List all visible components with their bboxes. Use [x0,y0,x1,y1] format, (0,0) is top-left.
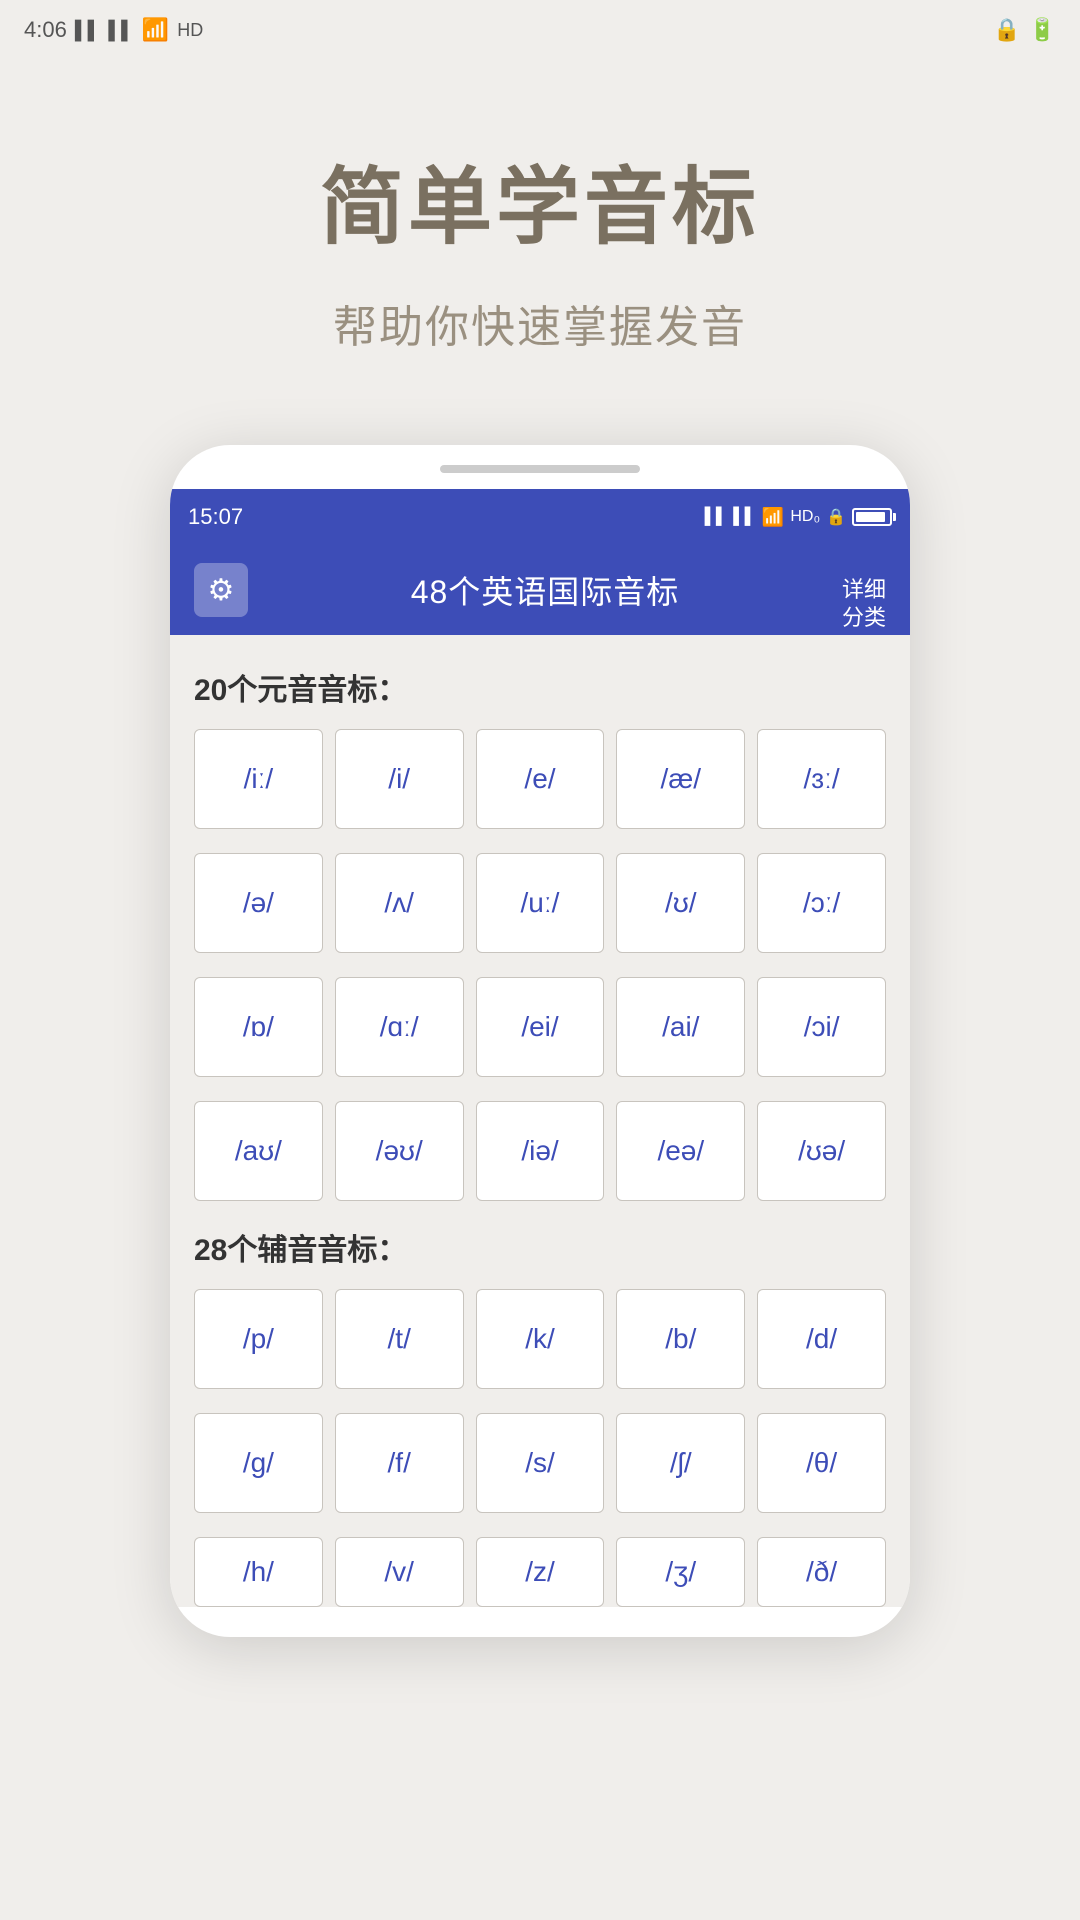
phoneme-v[interactable]: /v/ [335,1537,464,1607]
phoneme-ae[interactable]: /æ/ [616,729,745,829]
vowel-grid-row1: /iː/ /i/ /e/ /æ/ /ɜː/ [194,729,886,829]
phoneme-ar[interactable]: /ɑː/ [335,977,464,1077]
phoneme-er[interactable]: /ɜː/ [757,729,886,829]
phoneme-h[interactable]: /h/ [194,1537,323,1607]
detail-classify-label: 详细 分类 [842,577,886,631]
phoneme-wedge[interactable]: /ʌ/ [335,853,464,953]
phone-mockup: 15:07 ▌▌ ▌▌ 📶 HD₀ 🔒 ⚙ 48个英语国际音标 详细 分类 20… [170,445,910,1637]
phoneme-ei[interactable]: /ei/ [476,977,605,1077]
phone-status-bar: 15:07 ▌▌ ▌▌ 📶 HD₀ 🔒 [170,489,910,545]
status-left: 4:06 ▌▌ ▌▌ 📶 HD [24,17,203,43]
phone-wifi: 📶 [762,507,784,528]
status-time: 4:06 [24,17,67,43]
app-title: 简单学音标 [320,140,760,261]
phoneme-oi[interactable]: /ɔi/ [757,977,886,1077]
wifi-icon: 📶 [142,17,169,43]
phoneme-g[interactable]: /g/ [194,1413,323,1513]
phone-battery-icon [852,508,892,526]
vowel-grid-row2: /ə/ /ʌ/ /uː/ /ʊ/ /ɔː/ [194,853,886,953]
vowel-grid-row4: /aʊ/ /əʊ/ /iə/ /eə/ /ʊə/ [194,1101,886,1201]
phone-hd: HD₀ [790,508,820,526]
phoneme-ii[interactable]: /iː/ [194,729,323,829]
phoneme-o[interactable]: /ɒ/ [194,977,323,1077]
vowels-section-title: 20个元音音标： [194,665,886,709]
app-content: 20个元音音标： /iː/ /i/ /e/ /æ/ /ɜː/ /ə/ /ʌ/ /… [170,635,910,1607]
hd-label: HD [177,20,203,41]
app-header: ⚙ 48个英语国际音标 详细 分类 [170,545,910,635]
phoneme-ue[interactable]: /ʊə/ [757,1101,886,1201]
app-header-title: 48个英语国际音标 [411,567,680,613]
consonant-grid-row3: /h/ /v/ /z/ /ʒ/ /ð/ [194,1537,886,1607]
phoneme-theta[interactable]: /θ/ [757,1413,886,1513]
phoneme-i[interactable]: /i/ [335,729,464,829]
phoneme-ai[interactable]: /ai/ [616,977,745,1077]
status-right: 🔒 🔋 [993,17,1056,43]
phoneme-z[interactable]: /z/ [476,1537,605,1607]
phoneme-schwa-u[interactable]: /əʊ/ [335,1101,464,1201]
phoneme-e[interactable]: /e/ [476,729,605,829]
phoneme-t[interactable]: /t/ [335,1289,464,1389]
gear-icon: ⚙ [208,573,235,608]
phoneme-au[interactable]: /aʊ/ [194,1101,323,1201]
phoneme-uu[interactable]: /uː/ [476,853,605,953]
consonant-grid-row1: /p/ /t/ /k/ /b/ /d/ [194,1289,886,1389]
phone-signal2: ▌▌ [733,508,756,526]
phoneme-schwa[interactable]: /ə/ [194,853,323,953]
phoneme-d[interactable]: /d/ [757,1289,886,1389]
phone-time: 15:07 [188,504,243,530]
phone-status-icons: ▌▌ ▌▌ 📶 HD₀ 🔒 [705,507,892,528]
phone-lock: 🔒 [826,507,846,527]
signal-icon: ▌▌ [75,20,101,41]
phoneme-dh[interactable]: /ð/ [757,1537,886,1607]
signal-icon2: ▌▌ [108,20,134,41]
vowel-grid-row3: /ɒ/ /ɑː/ /ei/ /ai/ /ɔi/ [194,977,886,1077]
phoneme-b[interactable]: /b/ [616,1289,745,1389]
phoneme-zh[interactable]: /ʒ/ [616,1537,745,1607]
lock-icon: 🔒 [993,17,1020,43]
detail-classify-button[interactable]: 详细 分类 [842,547,886,633]
phoneme-or[interactable]: /ɔː/ [757,853,886,953]
phoneme-ie[interactable]: /iə/ [476,1101,605,1201]
phoneme-ea[interactable]: /eə/ [616,1101,745,1201]
consonants-section-title: 28个辅音音标： [194,1225,886,1269]
phone-top-bar [440,465,640,473]
app-subtitle: 帮助你快速掌握发音 [333,291,747,355]
phone-signal1: ▌▌ [705,508,728,526]
settings-icon[interactable]: ⚙ [194,563,248,617]
phoneme-f[interactable]: /f/ [335,1413,464,1513]
phoneme-p[interactable]: /p/ [194,1289,323,1389]
battery-icon: 🔋 [1029,17,1056,43]
phoneme-sh[interactable]: /ʃ/ [616,1413,745,1513]
outer-status-bar: 4:06 ▌▌ ▌▌ 📶 HD 🔒 🔋 [0,0,1080,60]
hero-section: 简单学音标 帮助你快速掌握发音 [0,60,1080,415]
phoneme-k[interactable]: /k/ [476,1289,605,1389]
phoneme-s[interactable]: /s/ [476,1413,605,1513]
consonant-grid-row2: /g/ /f/ /s/ /ʃ/ /θ/ [194,1413,886,1513]
phoneme-upsilon[interactable]: /ʊ/ [616,853,745,953]
